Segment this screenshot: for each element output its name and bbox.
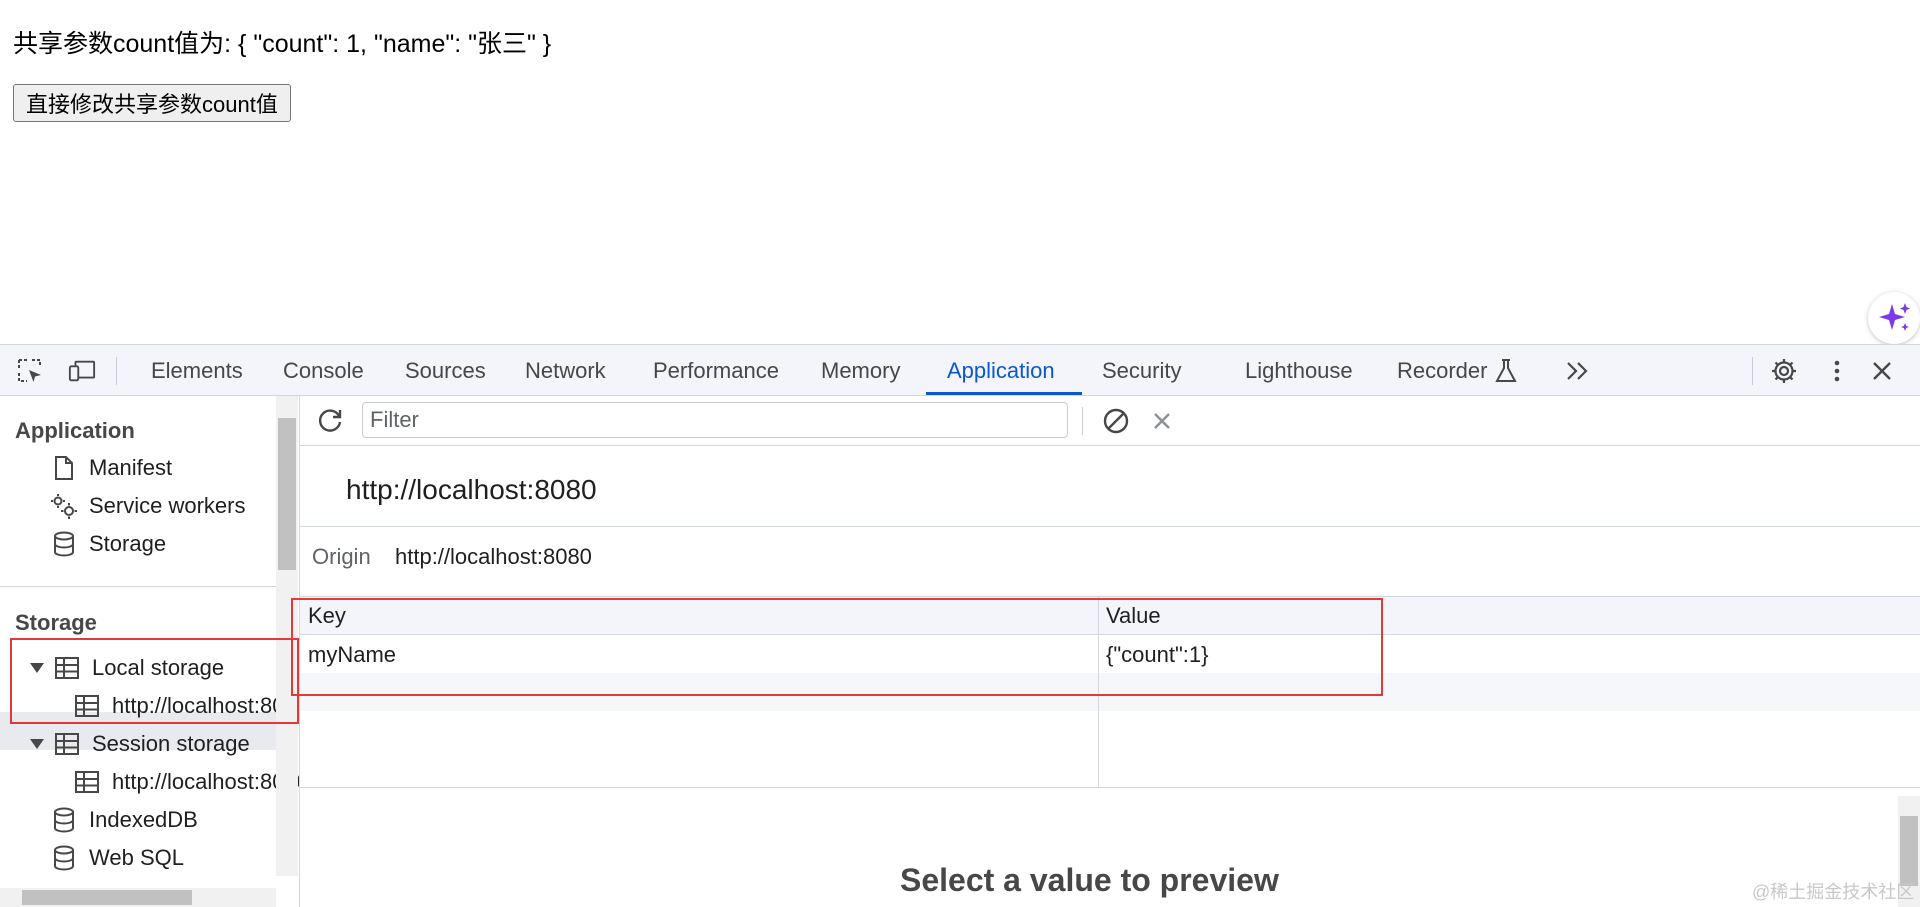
- sidebar-item-session-storage-origin[interactable]: http://localhost:8080: [72, 768, 300, 796]
- kebab-menu-icon[interactable]: [1823, 357, 1851, 385]
- devtools-toolbar: Elements Console Sources Network Perform…: [0, 344, 1920, 396]
- table-icon: [72, 768, 102, 796]
- application-sidebar: Application Manifest Service workers Sto…: [0, 396, 300, 907]
- refresh-icon[interactable]: [316, 407, 344, 435]
- sidebar-item-label: Web SQL: [89, 845, 184, 870]
- device-toolbar-icon[interactable]: [68, 357, 96, 385]
- filter-input[interactable]: [362, 402, 1068, 438]
- clear-all-icon[interactable]: [1102, 407, 1130, 435]
- sidebar-item-local-storage-origin[interactable]: http://localhost:8080: [72, 692, 300, 720]
- sidebar-divider: [0, 586, 276, 587]
- storage-table: Key Value myName {"count":1}: [300, 596, 1920, 788]
- sidebar-header-application: Application: [15, 418, 135, 443]
- expand-caret-icon[interactable]: [30, 663, 44, 673]
- column-header-value[interactable]: Value: [1106, 603, 1161, 629]
- column-header-key[interactable]: Key: [308, 603, 346, 629]
- table-icon: [72, 692, 102, 720]
- tab-lighthouse[interactable]: Lighthouse: [1245, 345, 1353, 396]
- sidebar-item-indexeddb[interactable]: IndexedDB: [49, 806, 198, 834]
- tab-security[interactable]: Security: [1102, 345, 1181, 396]
- delete-selected-icon[interactable]: [1148, 407, 1176, 435]
- sidebar-horizontal-thumb[interactable]: [22, 890, 192, 905]
- sidebar-item-manifest[interactable]: Manifest: [49, 454, 172, 482]
- inspect-element-icon[interactable]: [16, 357, 44, 385]
- modify-count-button[interactable]: 直接修改共享参数count值: [13, 84, 291, 122]
- preview-placeholder: Select a value to preview: [900, 862, 1279, 898]
- tab-memory[interactable]: Memory: [821, 345, 900, 396]
- active-tab-indicator: [926, 392, 1082, 395]
- toolbar-separator: [1082, 407, 1083, 435]
- sidebar-item-label: Session storage: [92, 731, 250, 756]
- origin-value: http://localhost:8080: [395, 544, 592, 569]
- sidebar-item-websql[interactable]: Web SQL: [49, 844, 184, 872]
- settings-gear-icon[interactable]: [1770, 357, 1798, 385]
- devtools-panel: Elements Console Sources Network Perform…: [0, 344, 1920, 907]
- tab-sources[interactable]: Sources: [405, 345, 486, 396]
- toolbar-separator: [116, 357, 117, 385]
- database-icon: [49, 806, 79, 834]
- sidebar-item-service-workers[interactable]: Service workers: [49, 492, 245, 520]
- sidebar-item-storage[interactable]: Storage: [49, 530, 166, 558]
- sidebar-item-session-storage[interactable]: Session storage: [30, 730, 250, 758]
- ai-assistant-button[interactable]: [1868, 292, 1920, 344]
- sparkle-icon: [1879, 303, 1910, 331]
- sidebar-item-label: IndexedDB: [89, 807, 198, 832]
- divider: [300, 526, 1920, 527]
- shared-param-text: 共享参数count值为: { "count": 1, "name": "张三" …: [13, 30, 552, 58]
- origin-label: Origin: [312, 544, 371, 569]
- tab-console[interactable]: Console: [283, 345, 364, 396]
- flask-icon: [1492, 357, 1520, 385]
- sidebar-item-label: Service workers: [89, 493, 246, 518]
- table-icon: [52, 654, 82, 682]
- more-tabs-icon[interactable]: [1564, 357, 1592, 385]
- sidebar-item-label: Local storage: [92, 655, 225, 680]
- sidebar-item-label: http://localhost:8080: [112, 693, 300, 718]
- database-icon: [49, 530, 79, 558]
- sidebar-item-label: Storage: [89, 531, 167, 556]
- table-row-key[interactable]: myName: [308, 642, 396, 668]
- sidebar-item-label: Manifest: [89, 455, 173, 480]
- tab-elements[interactable]: Elements: [151, 345, 243, 396]
- filter-bar: [300, 396, 1920, 446]
- file-icon: [49, 454, 79, 482]
- tab-recorder[interactable]: Recorder: [1397, 345, 1487, 396]
- gears-icon: [49, 492, 79, 520]
- watermark: @稀土掘金技术社区: [1752, 882, 1915, 902]
- tab-application[interactable]: Application: [947, 345, 1055, 396]
- expand-caret-icon[interactable]: [30, 739, 44, 749]
- tab-performance[interactable]: Performance: [653, 345, 779, 396]
- storage-main-panel: http://localhost:8080 Origin http://loca…: [300, 396, 1920, 907]
- origin-heading: http://localhost:8080: [346, 474, 597, 505]
- table-row-value[interactable]: {"count":1}: [1106, 642, 1208, 668]
- table-icon: [52, 730, 82, 758]
- sidebar-scroll-thumb[interactable]: [278, 418, 296, 570]
- sidebar-item-label: http://localhost:8080: [112, 769, 300, 794]
- close-devtools-icon[interactable]: [1868, 357, 1896, 385]
- preview-scroll-thumb[interactable]: [1900, 816, 1918, 886]
- toolbar-separator: [1752, 357, 1753, 385]
- empty-row: [300, 673, 1920, 711]
- column-divider[interactable]: [1098, 597, 1099, 787]
- sidebar-item-local-storage[interactable]: Local storage: [30, 654, 224, 682]
- tab-network[interactable]: Network: [525, 345, 606, 396]
- database-icon: [49, 844, 79, 872]
- sidebar-header-storage: Storage: [15, 610, 97, 635]
